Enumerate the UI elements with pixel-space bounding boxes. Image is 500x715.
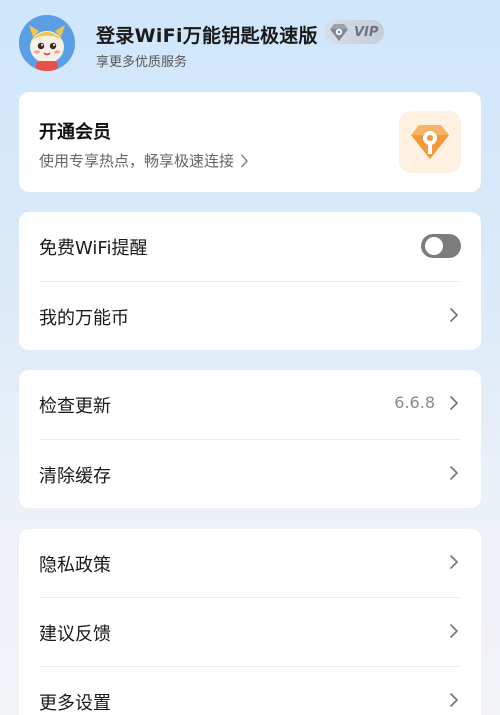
vip-label: VIP <box>354 24 379 40</box>
clear-cache-label: 清除缓存 <box>39 466 111 487</box>
check-update-row[interactable]: 检查更新 6.6.8 <box>19 370 481 438</box>
vip-key-icon <box>399 111 461 173</box>
privacy-policy-row[interactable]: 隐私政策 <box>19 529 481 597</box>
settings-group-1: 免费WiFi提醒 我的万能币 <box>19 212 481 350</box>
settings-group-3: 隐私政策 建议反馈 更多设置 <box>19 529 481 715</box>
free-wifi-reminder-toggle[interactable] <box>421 234 461 258</box>
my-coins-label: 我的万能币 <box>39 308 129 329</box>
version-value: 6.6.8 <box>394 393 435 412</box>
chevron-right-icon <box>450 396 458 410</box>
membership-title: 开通会员 <box>39 122 111 143</box>
chevron-right-icon <box>450 308 458 322</box>
clear-cache-row[interactable]: 清除缓存 <box>19 440 481 508</box>
more-settings-label: 更多设置 <box>39 693 111 714</box>
my-coins-row[interactable]: 我的万能币 <box>19 282 481 350</box>
vip-diamond-icon <box>330 24 348 41</box>
vip-badge: VIP <box>324 20 384 44</box>
membership-subtitle-text: 使用专享热点，畅享极速连接 <box>39 152 235 170</box>
login-subtitle: 享更多优质服务 <box>96 55 188 70</box>
membership-card[interactable]: 开通会员 使用专享热点，畅享极速连接 <box>19 92 481 192</box>
feedback-row[interactable]: 建议反馈 <box>19 598 481 666</box>
toggle-knob <box>425 237 443 255</box>
login-title[interactable]: 登录WiFi万能钥匙极速版 <box>96 21 318 48</box>
chevron-right-icon <box>450 555 458 569</box>
check-update-label: 检查更新 <box>39 396 111 417</box>
avatar[interactable] <box>19 15 75 71</box>
privacy-policy-label: 隐私政策 <box>39 555 111 576</box>
feedback-label: 建议反馈 <box>39 624 111 645</box>
chevron-right-icon <box>241 154 248 167</box>
more-settings-row[interactable]: 更多设置 <box>19 667 481 715</box>
dragon-avatar-icon <box>19 15 75 71</box>
free-wifi-reminder-row[interactable]: 免费WiFi提醒 <box>19 212 481 280</box>
chevron-right-icon <box>450 693 458 707</box>
membership-subtitle: 使用专享热点，畅享极速连接 <box>39 150 249 171</box>
settings-group-2: 检查更新 6.6.8 清除缓存 <box>19 370 481 508</box>
profile-header[interactable]: 登录WiFi万能钥匙极速版 VIP 享更多优质服务 <box>0 0 500 90</box>
chevron-right-icon <box>450 624 458 638</box>
chevron-right-icon <box>450 466 458 480</box>
free-wifi-reminder-label: 免费WiFi提醒 <box>39 238 148 259</box>
